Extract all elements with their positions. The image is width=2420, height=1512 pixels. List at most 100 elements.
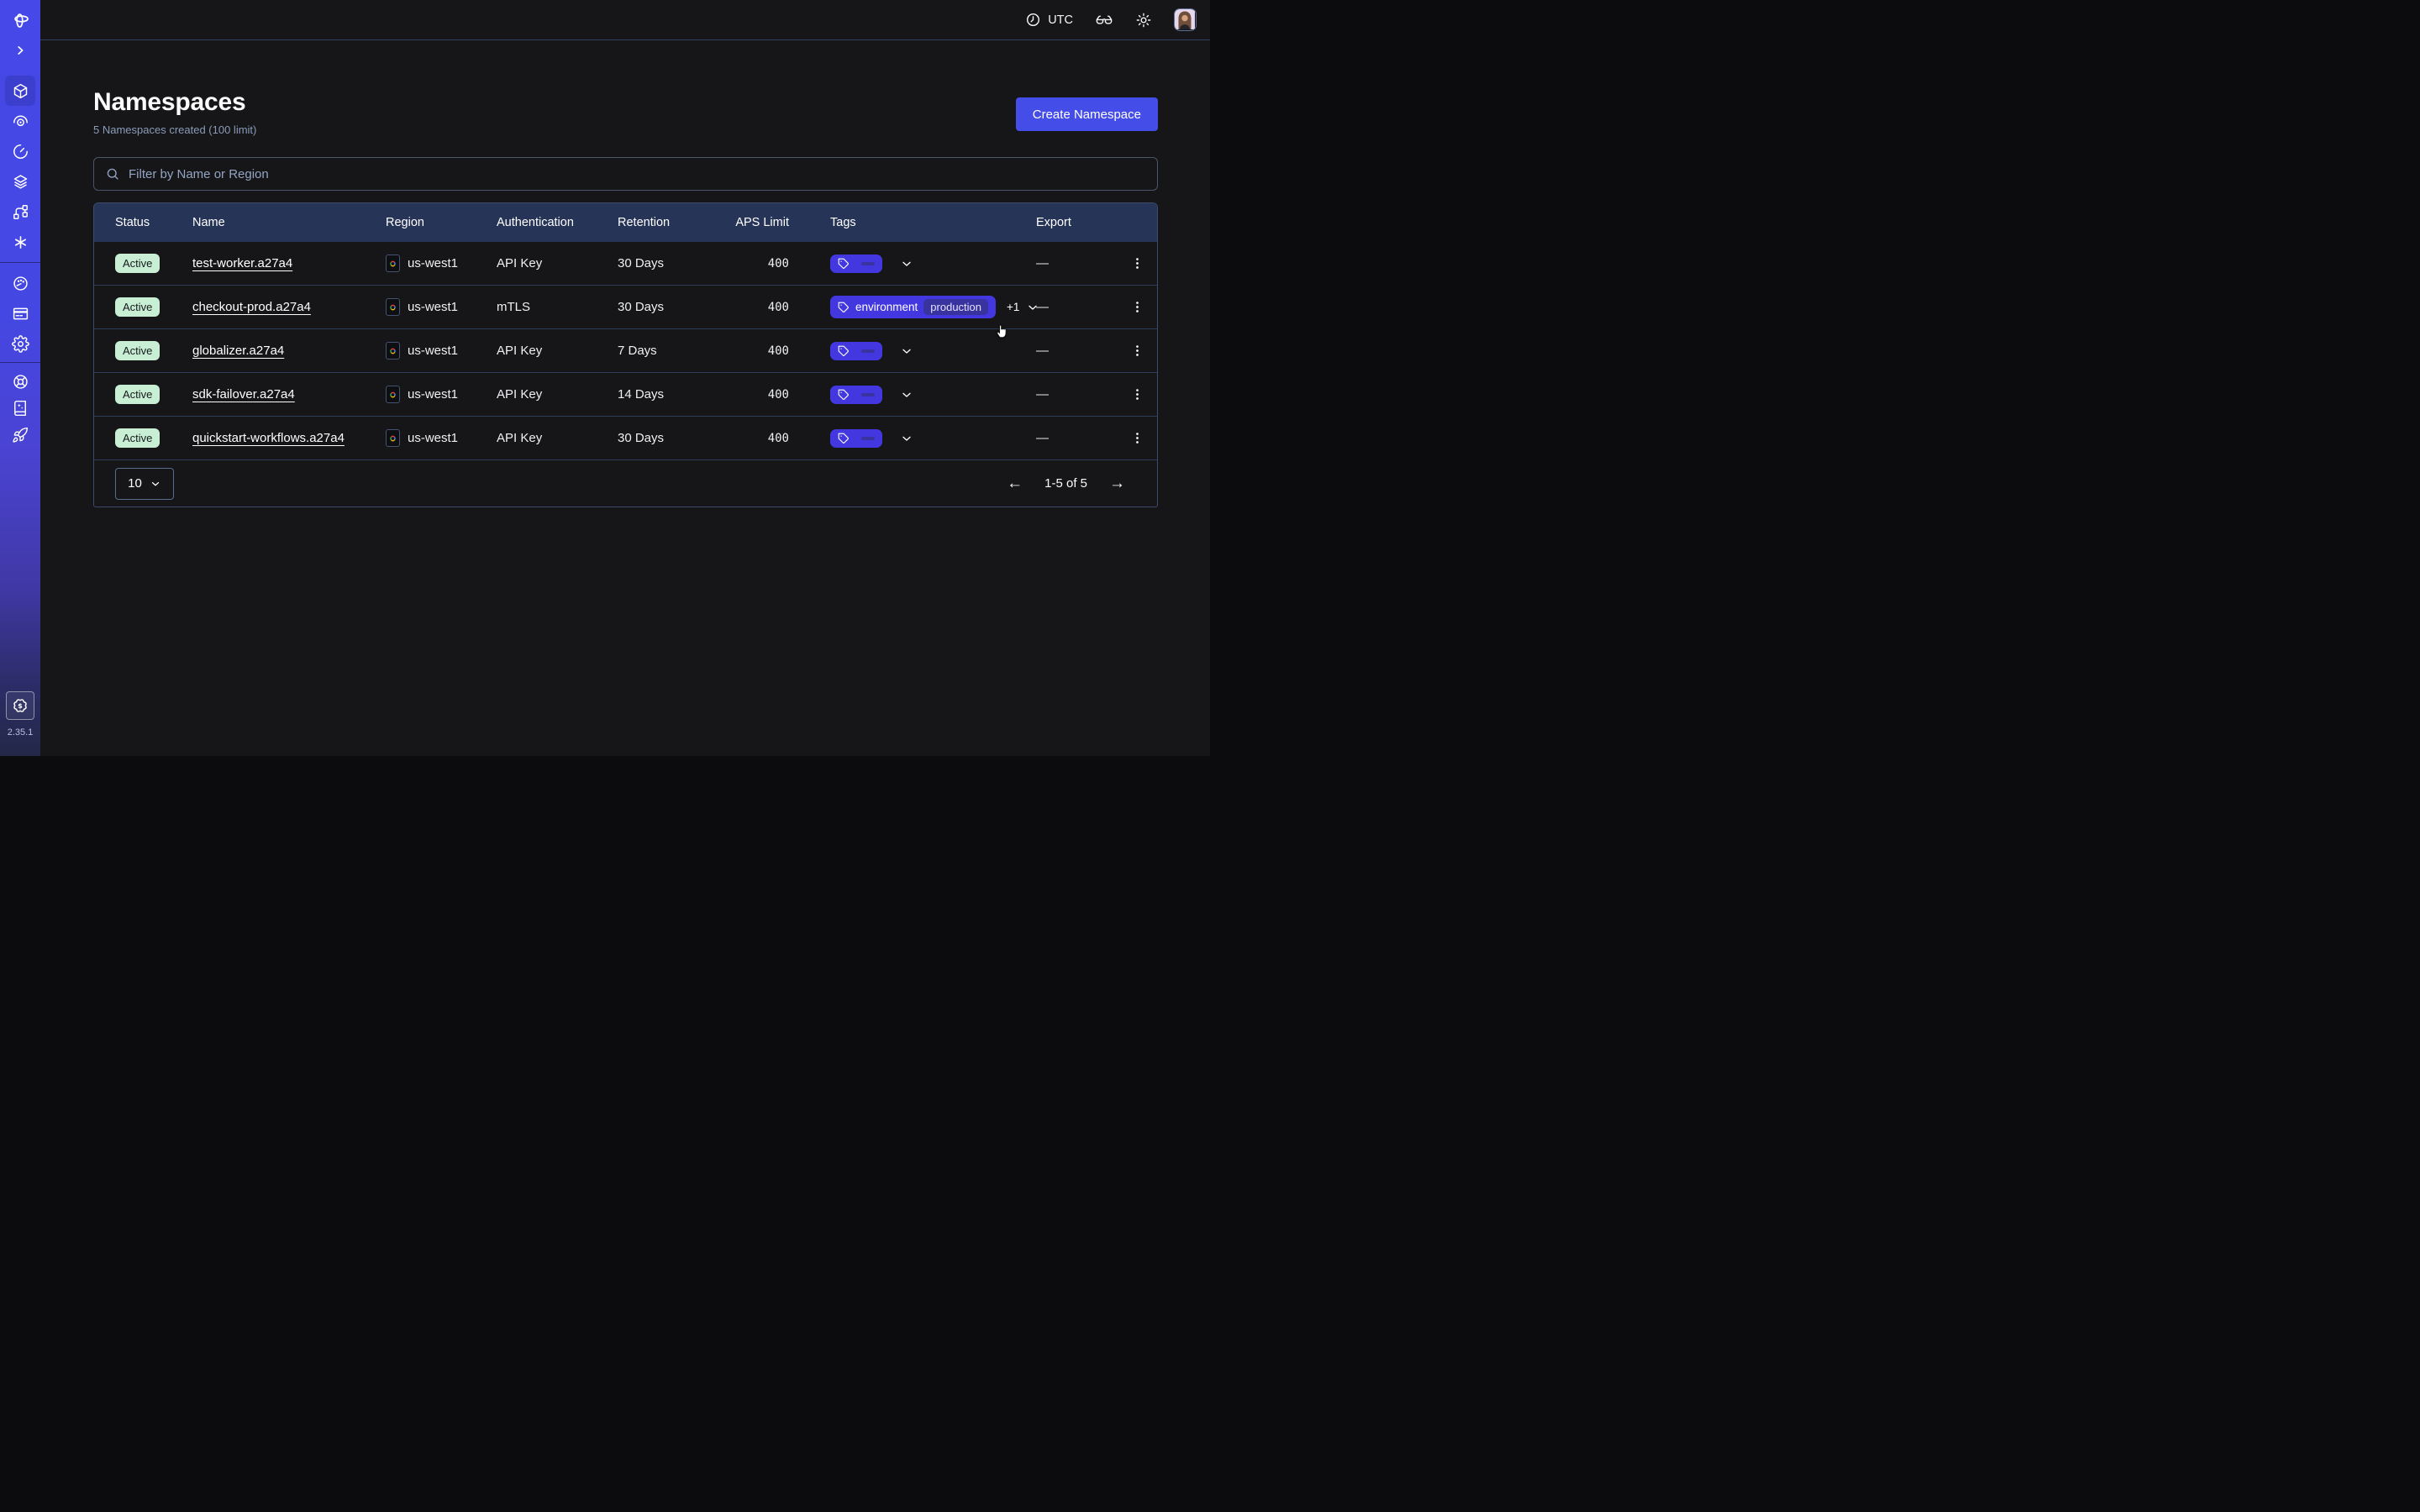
sidebar-item-layers-icon[interactable] — [5, 166, 35, 197]
column-header-region: Region — [386, 216, 497, 229]
namespace-name-link[interactable]: test-worker.a27a4 — [192, 256, 292, 270]
tag-icon — [838, 345, 850, 357]
table-row: Active checkout-prod.a27a4 us-west1 mTLS… — [94, 286, 1157, 329]
table-row: Active sdk-failover.a27a4 us-west1 API K… — [94, 373, 1157, 417]
tag-icon — [838, 433, 850, 444]
sidebar-item-workflow-graph-icon[interactable] — [5, 197, 35, 227]
status-badge: Active — [115, 341, 160, 360]
column-header-retention: Retention — [618, 216, 714, 229]
tag-pill[interactable] — [830, 255, 882, 273]
tags-cell — [809, 429, 1036, 448]
authentication-value: API Key — [497, 344, 618, 358]
tags-more-toggle[interactable] — [893, 432, 913, 445]
sidebar-item-eye-swirl-icon[interactable] — [5, 106, 35, 136]
tags-more-toggle[interactable] — [893, 257, 913, 270]
glasses-icon[interactable] — [1095, 11, 1113, 29]
timezone-selector[interactable]: UTC — [1025, 12, 1073, 28]
sidebar-item-asterisk-icon[interactable] — [5, 227, 35, 257]
retention-value: 30 Days — [618, 300, 714, 314]
region-label: us-west1 — [408, 431, 458, 445]
filter-input[interactable] — [129, 167, 1146, 181]
avatar[interactable] — [1174, 8, 1197, 31]
sidebar-item-lifebuoy-icon[interactable] — [5, 368, 35, 395]
pagination: ← 1-5 of 5 → — [1007, 475, 1125, 491]
sidebar-item-gear-icon[interactable] — [5, 328, 35, 359]
tags-cell: environment production +1 — [809, 296, 1036, 318]
kebab-menu-icon[interactable] — [1127, 254, 1147, 274]
tag-pill[interactable] — [830, 386, 882, 404]
sidebar-divider — [0, 362, 40, 363]
sidebar-item-timer-icon[interactable] — [5, 136, 35, 166]
status-badge: Active — [115, 254, 160, 273]
tag-value — [861, 437, 875, 440]
retention-value: 7 Days — [618, 344, 714, 358]
usage-dollar-badge-icon[interactable]: $ — [6, 691, 34, 720]
column-header-status: Status — [115, 216, 192, 229]
svg-text:$: $ — [18, 701, 23, 710]
page-subtitle: 5 Namespaces created (100 limit) — [93, 123, 256, 136]
chevron-down-icon — [900, 344, 913, 358]
status-badge: Active — [115, 385, 160, 404]
region-label: us-west1 — [408, 256, 458, 270]
sidebar-item-book-sparkles-icon[interactable] — [5, 395, 35, 422]
tags-more-toggle[interactable] — [893, 344, 913, 358]
kebab-menu-icon[interactable] — [1127, 428, 1147, 449]
table-body: Active test-worker.a27a4 us-west1 API Ke… — [94, 242, 1157, 460]
kebab-menu-icon[interactable] — [1127, 341, 1147, 361]
clock-icon — [1025, 12, 1041, 28]
tags-more-toggle[interactable] — [893, 388, 913, 402]
column-header-export: Export — [1036, 216, 1157, 229]
region-label: us-west1 — [408, 387, 458, 402]
tag-pill[interactable] — [830, 429, 882, 448]
arrow-right-icon[interactable]: → — [1109, 475, 1125, 491]
arrow-left-icon[interactable]: ← — [1007, 475, 1023, 491]
sidebar: $ 2.35.1 — [0, 0, 40, 756]
aps-limit-value: 400 — [714, 432, 809, 445]
timezone-label: UTC — [1048, 13, 1073, 27]
gcp-icon — [386, 255, 400, 272]
pagination-range: 1-5 of 5 — [1044, 476, 1087, 491]
table-row: Active globalizer.a27a4 us-west1 API Key… — [94, 329, 1157, 373]
sidebar-item-credit-card-icon[interactable] — [5, 298, 35, 328]
authentication-value: API Key — [497, 387, 618, 402]
column-header-tags: Tags — [809, 216, 1036, 229]
main-content: Namespaces 5 Namespaces created (100 lim… — [40, 41, 1210, 756]
chevron-down-icon — [900, 388, 913, 402]
temporal-logo-icon[interactable] — [5, 7, 35, 32]
page-size-select[interactable]: 10 — [115, 468, 174, 500]
kebab-menu-icon[interactable] — [1127, 297, 1147, 318]
tags-more-toggle[interactable]: +1 — [1007, 301, 1039, 314]
sidebar-collapse-chevron-right-icon[interactable] — [5, 38, 35, 63]
namespace-name-link[interactable]: checkout-prod.a27a4 — [192, 300, 311, 314]
region-label: us-west1 — [408, 344, 458, 358]
column-header-name: Name — [192, 216, 386, 229]
sidebar-item-rocket-icon[interactable] — [5, 422, 35, 449]
chevron-down-icon — [150, 478, 161, 490]
status-badge: Active — [115, 428, 160, 448]
gcp-icon — [386, 298, 400, 316]
namespace-name-link[interactable]: sdk-failover.a27a4 — [192, 387, 295, 402]
tag-value — [861, 262, 875, 265]
sun-light-mode-icon[interactable] — [1135, 12, 1152, 29]
tag-pill[interactable] — [830, 342, 882, 360]
namespace-name-link[interactable]: quickstart-workflows.a27a4 — [192, 431, 345, 445]
sidebar-item-namespaces-cube-icon[interactable] — [5, 76, 35, 106]
app-window: $ 2.35.1 UTC — [0, 0, 1210, 756]
namespace-name-link[interactable]: globalizer.a27a4 — [192, 344, 284, 358]
tags-more-count: +1 — [1007, 301, 1019, 313]
chevron-down-icon — [900, 257, 913, 270]
aps-limit-value: 400 — [714, 344, 809, 358]
chevron-down-icon — [900, 432, 913, 445]
tag-pill[interactable]: environment production — [830, 296, 996, 318]
create-namespace-button[interactable]: Create Namespace — [1016, 97, 1158, 131]
sidebar-item-speedometer-icon[interactable] — [5, 268, 35, 298]
kebab-menu-icon[interactable] — [1127, 385, 1147, 405]
table-row: Active test-worker.a27a4 us-west1 API Ke… — [94, 242, 1157, 286]
gcp-icon — [386, 429, 400, 447]
search-icon — [105, 166, 120, 181]
page-header: Namespaces 5 Namespaces created (100 lim… — [93, 87, 1158, 136]
tags-cell — [809, 342, 1036, 360]
authentication-value: API Key — [497, 431, 618, 445]
tags-cell — [809, 386, 1036, 404]
aps-limit-value: 400 — [714, 388, 809, 402]
